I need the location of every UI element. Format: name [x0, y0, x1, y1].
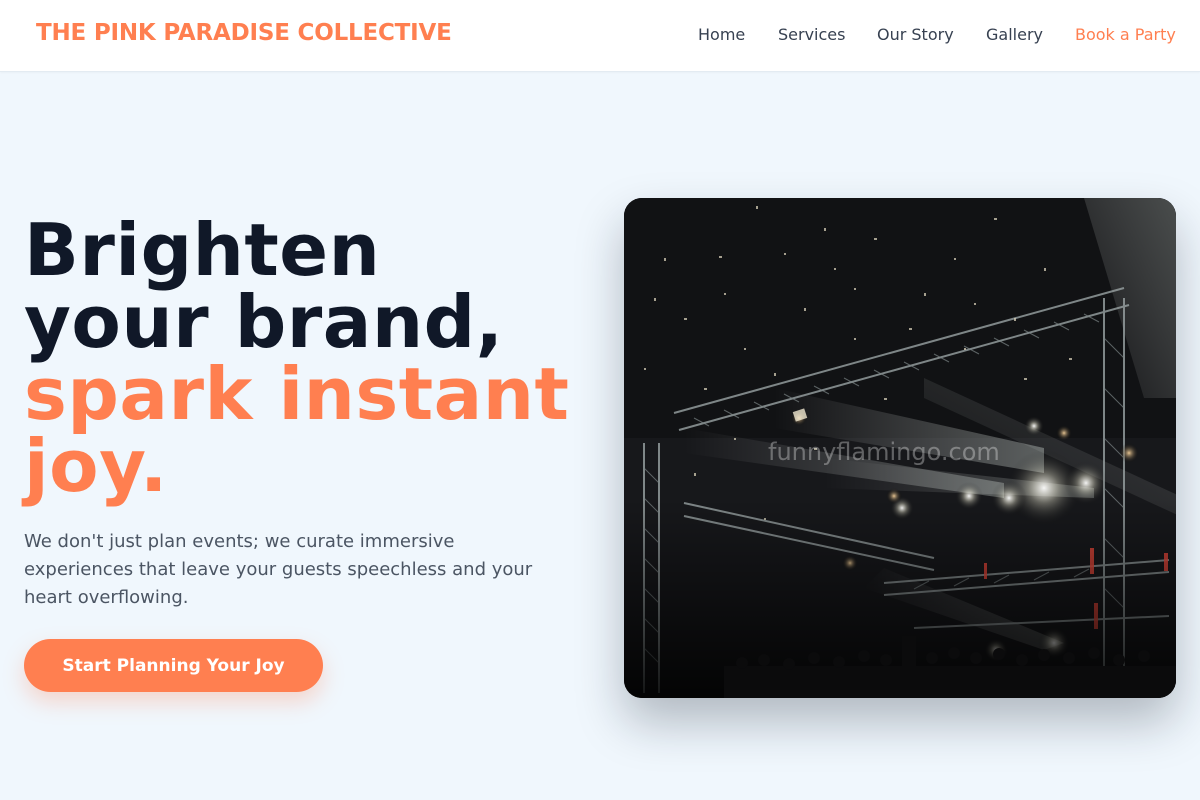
- top-navigation-bar: THE PINK PARADISE COLLECTIVE Home Servic…: [0, 0, 1200, 72]
- hero-headline: Brighten your brand, spark instant joy.: [24, 214, 604, 502]
- headline-accent-line-2: joy.: [24, 424, 168, 508]
- brand-logo-text[interactable]: THE PINK PARADISE COLLECTIVE: [36, 20, 452, 46]
- headline-line-2: your brand,: [24, 280, 504, 364]
- headline-accent-line-1: spark instant: [24, 352, 570, 436]
- nav-link-our-story[interactable]: Our Story: [877, 25, 954, 44]
- nav-link-gallery[interactable]: Gallery: [986, 25, 1043, 44]
- hero-subtitle: We don't just plan events; we curate imm…: [24, 531, 533, 608]
- nav-link-services[interactable]: Services: [778, 25, 845, 44]
- nav-link-home[interactable]: Home: [698, 25, 745, 44]
- nav-link-book-a-party[interactable]: Book a Party: [1075, 25, 1176, 44]
- headline-line-1: Brighten: [24, 208, 381, 292]
- concert-stage-photo: funnyflamingo.com: [624, 198, 1176, 698]
- start-planning-button[interactable]: Start Planning Your Joy: [24, 639, 323, 692]
- image-watermark: funnyflamingo.com: [768, 438, 1000, 466]
